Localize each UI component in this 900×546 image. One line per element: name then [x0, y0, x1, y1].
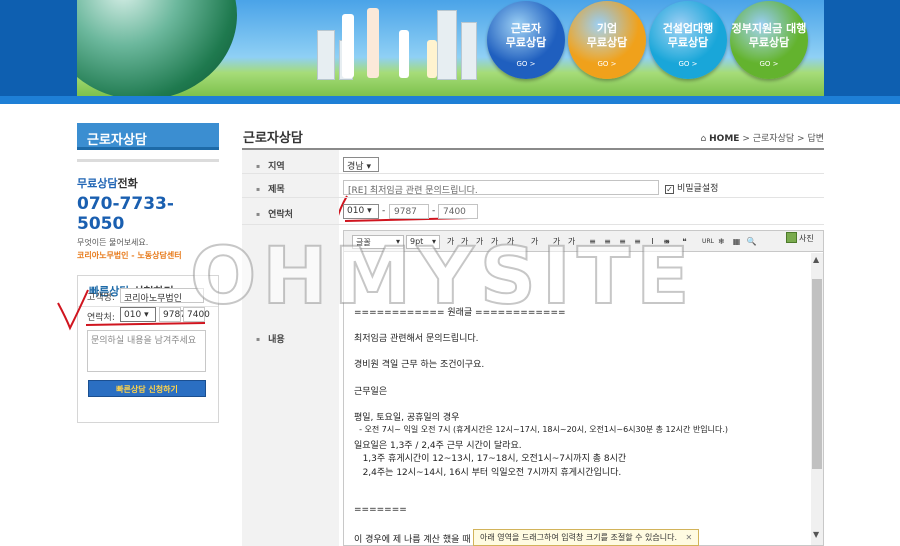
breadcrumb-separator: >	[797, 134, 805, 144]
editor-line: 일요일은 1,3주 / 2,4주 근무 시간이 달라요.	[354, 441, 522, 451]
editor-line: - 오전 7시~ 익일 오전 7시 (휴게시간은 12시~17시, 18시~20…	[354, 425, 729, 434]
row-divider	[242, 197, 824, 198]
editor-line: 경비원 격일 근무 하는 조건이구요.	[354, 360, 485, 370]
contact-label: 연락처	[256, 207, 293, 220]
photo-label: 사진	[799, 234, 814, 243]
dash: -	[432, 206, 436, 216]
table-icon[interactable]: ▦	[730, 235, 743, 249]
contact-prefix: 010	[347, 206, 365, 216]
scrollbar-thumb[interactable]	[812, 279, 822, 469]
breadcrumb-home[interactable]: HOME	[709, 134, 739, 144]
contact-last-input[interactable]: 7400	[438, 204, 478, 219]
breadcrumb-separator: >	[742, 134, 750, 144]
watermark: OHMYSITE	[189, 231, 696, 323]
region-select[interactable]: 경남 ▾	[343, 157, 379, 172]
row-divider	[242, 224, 824, 225]
chevron-down-icon: ▾	[366, 162, 371, 172]
editor-line: =======	[354, 505, 407, 515]
breadcrumb-current: 답변	[807, 134, 824, 144]
contact-prefix-select[interactable]: 010 ▾	[343, 204, 379, 219]
secret-checkbox[interactable]: ✓ 비밀글설정	[665, 181, 718, 194]
region-value: 경남	[347, 162, 364, 172]
scroll-down-icon[interactable]: ▼	[813, 530, 819, 539]
content-label: 내용	[256, 332, 285, 345]
editor-line: 1,3주 휴게시간이 12~13시, 17~18시, 오전1시~7시까지 총 8…	[354, 454, 627, 464]
breadcrumb-item[interactable]: 근로자상담	[753, 134, 794, 144]
subject-input[interactable]: [RE] 최저임금 관련 문의드립니다.	[343, 180, 659, 196]
region-label: 지역	[256, 159, 285, 172]
subject-label: 제목	[256, 182, 285, 195]
editor-line: 2,4주는 12시~14시, 16시 부터 익일오전 7시까지 휴게시간입니다.	[354, 468, 622, 478]
photo-button[interactable]: 사진	[786, 232, 814, 244]
row-divider	[242, 173, 824, 174]
special-char-icon[interactable]: ❄	[715, 235, 728, 249]
editor-line: 근무일은	[354, 387, 388, 397]
breadcrumb: ⌂ HOME > 근로자상담 > 답변	[701, 131, 824, 144]
page-title: 근로자상담	[243, 131, 303, 146]
editor-line: 평일, 토요일, 공휴일의 경우	[354, 413, 460, 423]
tooltip-text: 아래 영역을 드래그하여 입력창 크기를 조절할 수 있습니다.	[480, 533, 677, 542]
contact-mid-input[interactable]: 9787	[389, 204, 429, 219]
resize-tooltip: 아래 영역을 드래그하여 입력창 크기를 조절할 수 있습니다. ✕	[473, 529, 700, 546]
home-icon: ⌂	[700, 134, 707, 144]
editor-line: 이 경우에 제 나름 계산 했을 때	[354, 535, 471, 545]
search-icon[interactable]: 🔍	[745, 235, 758, 249]
check-icon: ✓	[665, 185, 674, 194]
chevron-down-icon: ▾	[367, 206, 372, 216]
scroll-up-icon[interactable]: ▲	[813, 255, 819, 264]
editor-line: 최저임금 관련해서 문의드립니다.	[354, 334, 479, 344]
photo-icon	[786, 232, 797, 243]
close-icon[interactable]: ✕	[686, 533, 693, 542]
page: 근로자 무료상담 GO > 기업 무료상담 GO > 건설업대행 무료상담 GO…	[0, 0, 900, 546]
dash: -	[382, 206, 386, 216]
secret-label: 비밀글설정	[677, 184, 719, 194]
